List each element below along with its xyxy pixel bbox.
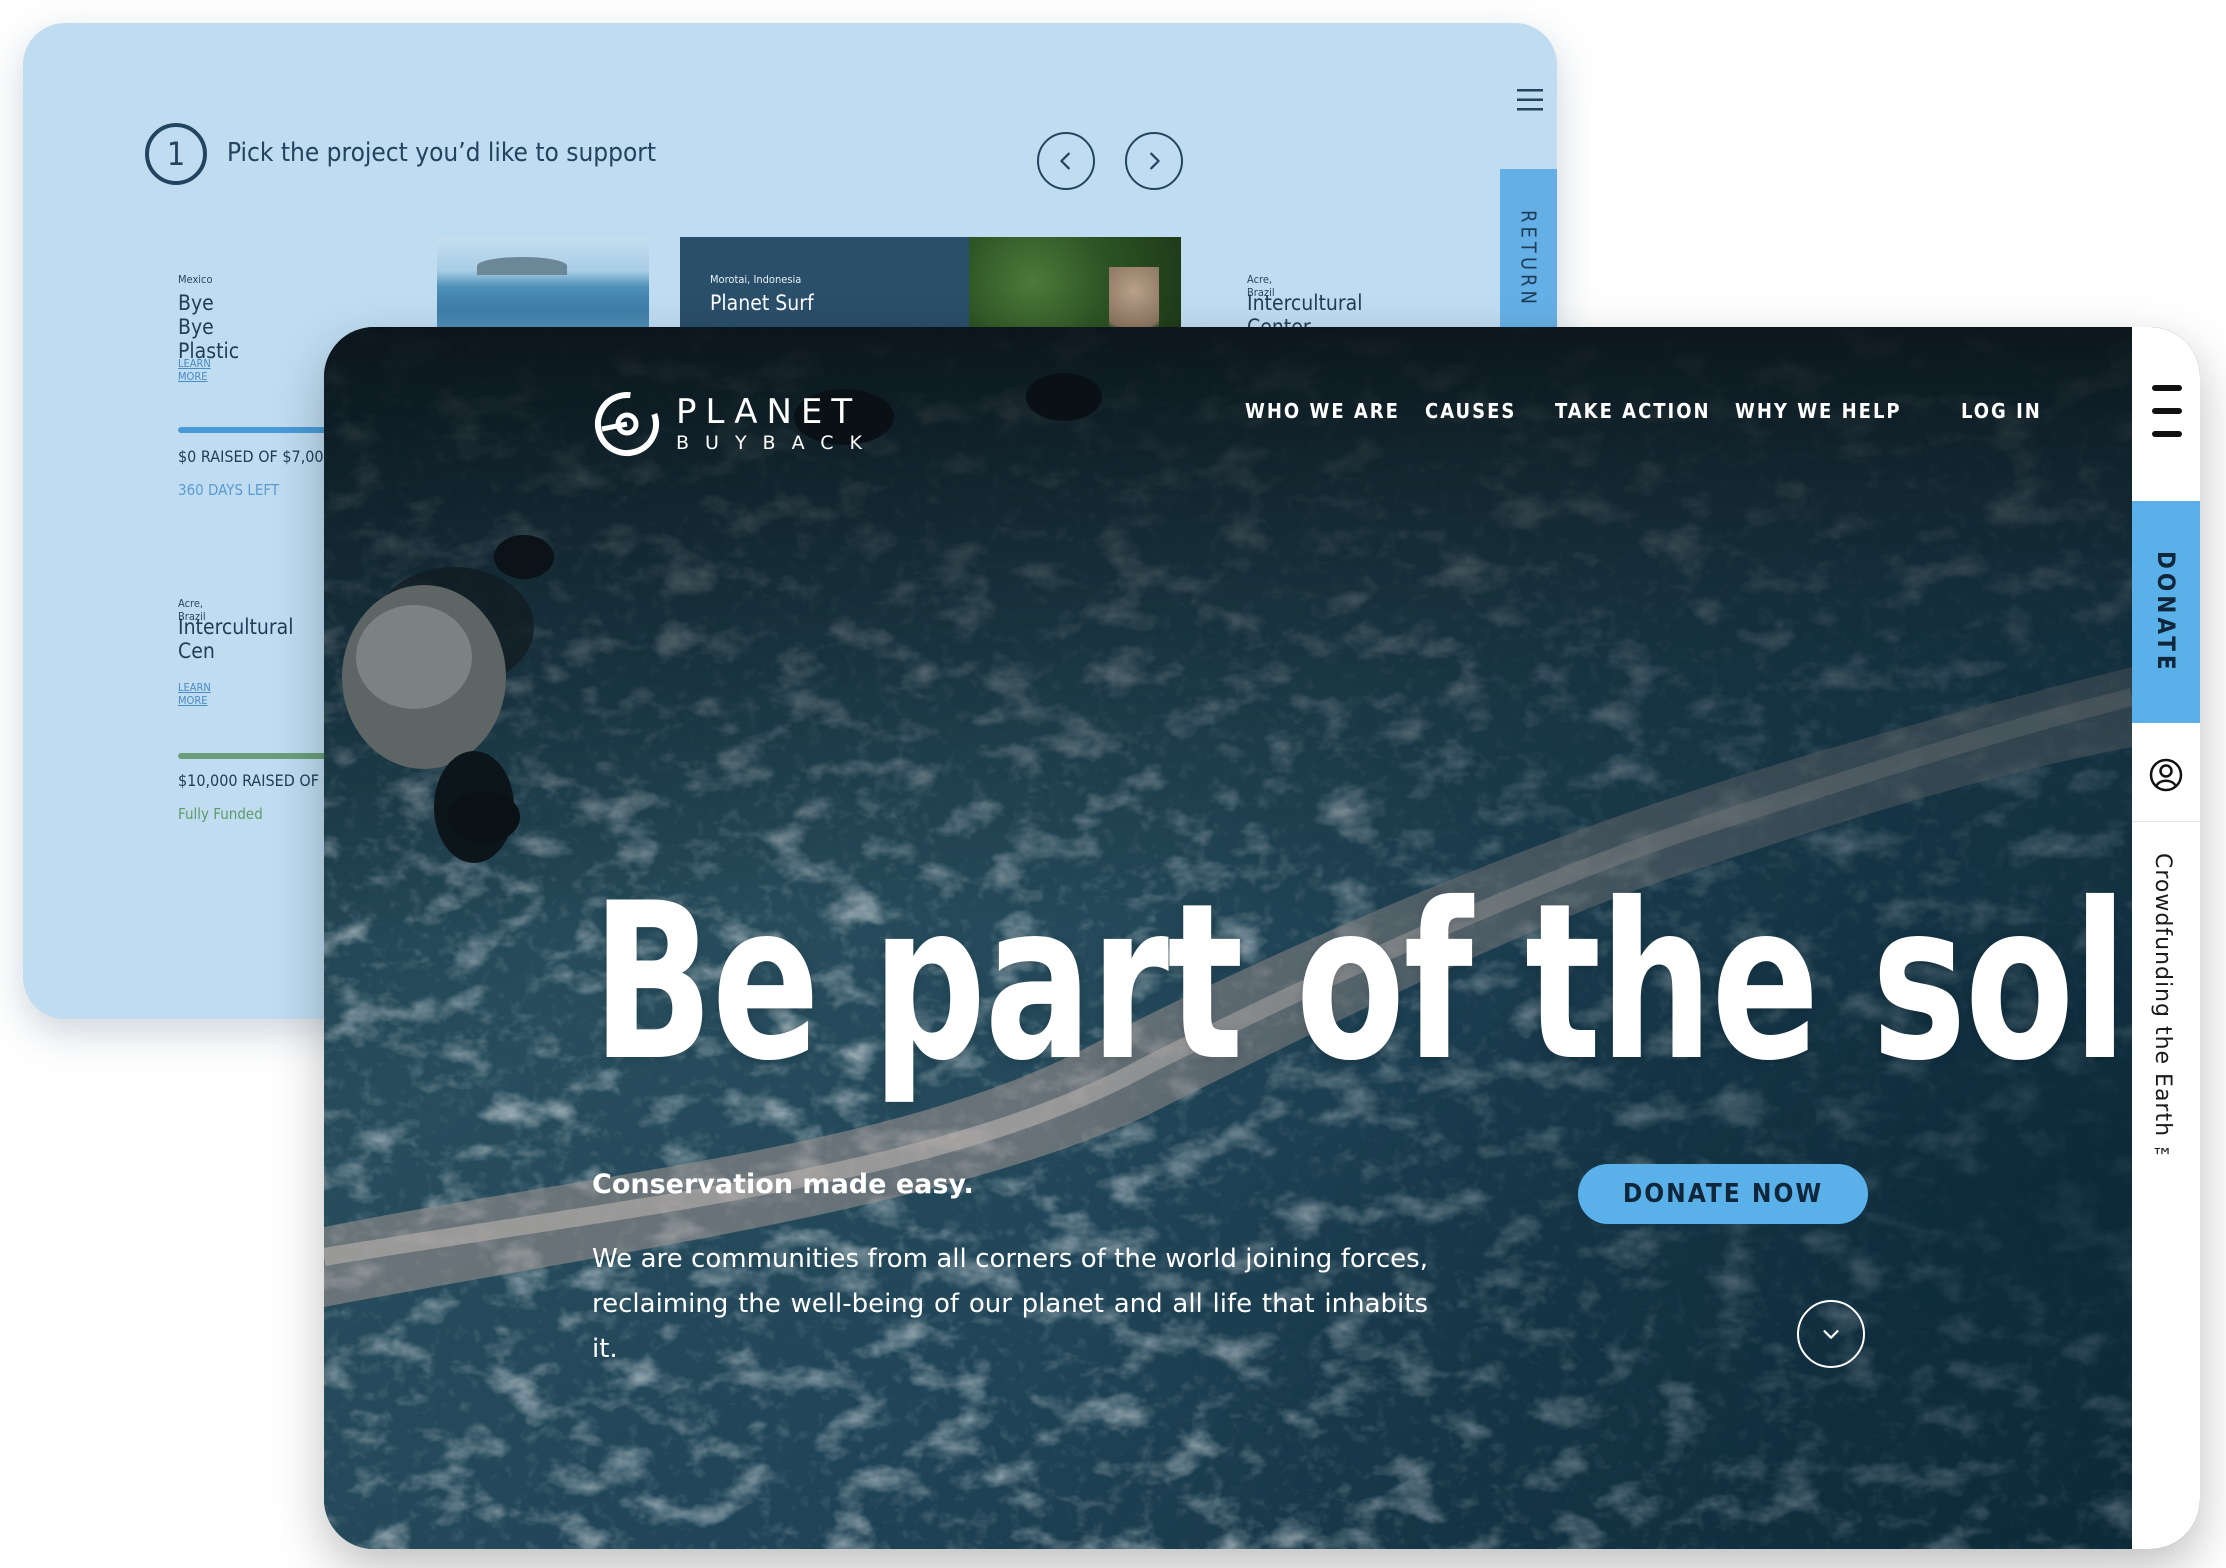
- previous-button[interactable]: [1037, 132, 1095, 190]
- step-number-badge: 1: [145, 123, 207, 185]
- rail-divider: [2132, 821, 2200, 822]
- donate-tab[interactable]: DONATE: [2132, 501, 2200, 723]
- funded-status: Fully Funded: [178, 805, 263, 823]
- main-navigation: WHO WE ARE CAUSES TAKE ACTION WHY WE HEL…: [324, 399, 2132, 439]
- hamburger-menu-icon[interactable]: [1515, 85, 1545, 115]
- project-name: Intercultural Cen: [178, 615, 294, 663]
- project-location: Mexico: [178, 273, 213, 286]
- hamburger-menu-icon[interactable]: [2152, 383, 2182, 439]
- step-number: 1: [166, 135, 186, 173]
- return-tab[interactable]: RETURN: [1500, 169, 1557, 349]
- donate-now-button[interactable]: DONATE NOW: [1578, 1164, 1868, 1224]
- hero-subheading: Conservation made easy.: [592, 1169, 974, 1200]
- donate-tab-label: DONATE: [2152, 550, 2180, 674]
- next-button[interactable]: [1125, 132, 1183, 190]
- days-left: 360 DAYS LEFT: [178, 481, 280, 499]
- chevron-right-icon: [1150, 152, 1160, 170]
- step-title: Pick the project you’d like to support: [227, 138, 657, 168]
- nav-who-we-are[interactable]: WHO WE ARE: [1245, 399, 1400, 423]
- hero-card: PLANET BUYBACK WHO WE ARE CAUSES TAKE AC…: [324, 327, 2200, 1549]
- crowdfunding-tagline: Crowdfunding the Earth ™: [2150, 853, 2175, 1172]
- project-name: Planet Surf: [710, 291, 814, 315]
- project-location: Morotai, Indonesia: [710, 273, 802, 286]
- project-name: Bye Bye Plastic: [178, 291, 240, 363]
- learn-more-link[interactable]: LEARN MORE: [178, 357, 211, 383]
- return-label: RETURN: [1516, 210, 1541, 308]
- nav-why-we-help[interactable]: WHY WE HELP: [1735, 399, 1902, 423]
- nav-take-action[interactable]: TAKE ACTION: [1555, 399, 1711, 423]
- scroll-down-button[interactable]: [1797, 1300, 1865, 1368]
- chevron-left-icon: [1060, 152, 1070, 170]
- raised-amount: $0 RAISED OF $7,000: [178, 447, 333, 466]
- hero-body-text: We are communities from all corners of t…: [592, 1244, 1428, 1364]
- nav-causes[interactable]: CAUSES: [1425, 399, 1516, 423]
- learn-more-link[interactable]: LEARN MORE: [178, 681, 211, 707]
- chevron-down-icon: [1823, 1330, 1839, 1339]
- user-circle-icon[interactable]: [2148, 757, 2184, 793]
- side-rail: DONATE Crowdfunding the Earth ™: [2132, 327, 2200, 1549]
- hero-headline: Be part of the sol: [592, 857, 2127, 1108]
- login-link[interactable]: LOG IN: [1961, 399, 2042, 423]
